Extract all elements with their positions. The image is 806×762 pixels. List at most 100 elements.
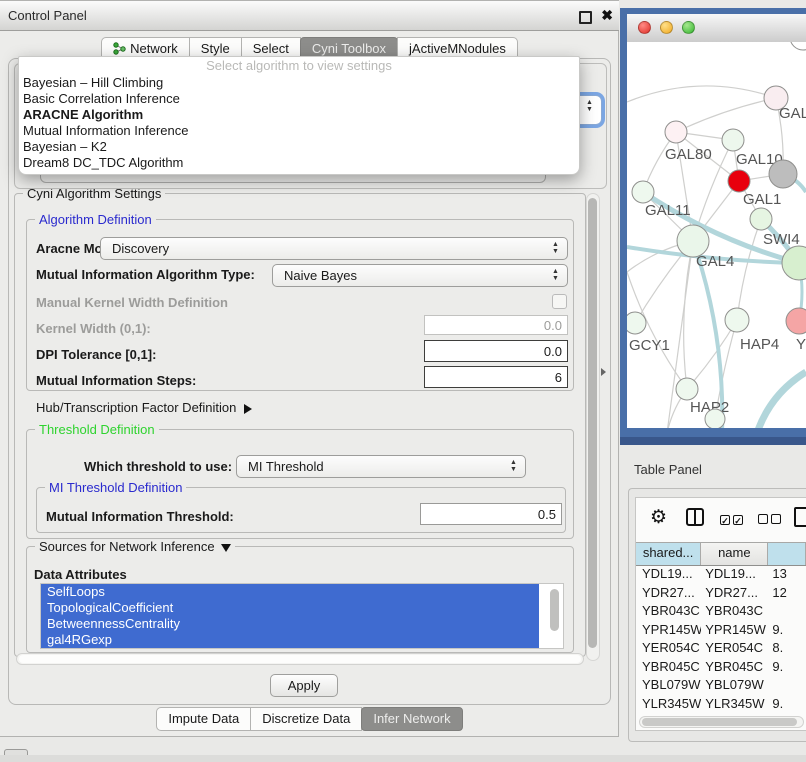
dpi-tolerance-field[interactable]: 0.0	[424, 340, 568, 362]
algorithm-option-basic-correlation-inference[interactable]: Basic Correlation Inference	[19, 91, 579, 107]
mi-type-combobox[interactable]: Naive Bayes ▲▼	[272, 264, 568, 287]
table-row[interactable]: YDL19...YDL19...13	[636, 565, 806, 584]
network-graph: GALGAL80GAL10GAL1GAL11SWI4GAL4GCY1HAP4YH…	[627, 42, 806, 428]
table-rows: YDL19...YDL19...13YDR27...YDR27...12YBR0…	[636, 565, 806, 731]
minimize-traffic-light[interactable]	[660, 21, 673, 34]
network-node-hap4[interactable]	[725, 308, 749, 332]
network-node-gal11[interactable]	[632, 181, 654, 203]
table-row[interactable]: YPR145WYPR145W9.	[636, 621, 806, 640]
network-node-gal10[interactable]	[722, 129, 744, 151]
network-node[interactable]	[705, 409, 725, 428]
attribute-item-selfloops[interactable]: SelfLoops	[41, 584, 539, 600]
table-row[interactable]: YER054CYER054C8.	[636, 639, 806, 658]
mi-threshold-field[interactable]: 0.5	[420, 503, 562, 525]
control-panel-titlebar[interactable]: Control Panel ✖	[0, 1, 619, 31]
columns-icon[interactable]	[686, 508, 704, 526]
table-row[interactable]: YDR27...YDR27...12	[636, 584, 806, 603]
network-view-window[interactable]: GALGAL80GAL10GAL1GAL11SWI4GAL4GCY1HAP4YH…	[620, 8, 806, 445]
network-node-gal1[interactable]	[728, 170, 750, 192]
table-cell: YER054C	[636, 639, 701, 658]
column-header-extra[interactable]	[768, 543, 806, 565]
data-attributes-list[interactable]: SelfLoopsTopologicalCoefficientBetweenne…	[40, 583, 564, 649]
table-hscrollbar-thumb[interactable]	[642, 718, 797, 726]
mi-steps-field[interactable]: 6	[424, 366, 568, 388]
algorithm-option-dream8-dc-tdc-algorithm[interactable]: Dream8 DC_TDC Algorithm	[19, 155, 579, 171]
list-vscrollbar-thumb[interactable]	[550, 589, 559, 631]
kernel-width-field[interactable]: 0.0	[424, 315, 568, 335]
unchecked-columns-icon[interactable]	[758, 512, 784, 527]
tab-discretize-data[interactable]: Discretize Data	[250, 707, 362, 731]
tab-label: Cyni Toolbox	[312, 41, 386, 56]
screen: Control Panel ✖ NetworkStyleSelectCyni T…	[0, 0, 806, 762]
table-cell: YBR045C	[636, 658, 701, 677]
attribute-item-betweennesscentrality[interactable]: BetweennessCentrality	[41, 616, 539, 632]
algorithm-option-mutual-information-inference[interactable]: Mutual Information Inference	[19, 123, 579, 139]
network-node[interactable]	[782, 246, 806, 280]
network-node-y[interactable]	[786, 308, 806, 334]
table-cell: YDR27...	[701, 584, 768, 603]
hub-definition-toggle[interactable]: Hub/Transcription Factor Definition	[36, 400, 252, 415]
network-canvas[interactable]: GALGAL80GAL10GAL1GAL11SWI4GAL4GCY1HAP4YH…	[627, 42, 806, 428]
manual-kernel-checkbox[interactable]	[552, 294, 567, 309]
table-cell: YLR345W	[636, 695, 701, 714]
collapse-down-icon[interactable]	[221, 544, 231, 552]
apply-button[interactable]: Apply	[270, 674, 338, 697]
network-node-swi4[interactable]	[750, 208, 772, 230]
table-row[interactable]: YLR345WYLR345W9.	[636, 695, 806, 714]
column-header-shared[interactable]: shared...	[636, 543, 701, 565]
aracne-mode-value: Discovery	[112, 238, 169, 259]
export-table-icon[interactable]	[794, 507, 806, 527]
network-edge	[684, 241, 693, 389]
float-window-icon[interactable]	[579, 11, 592, 24]
network-node-label: Y	[796, 336, 806, 353]
tab-impute-data[interactable]: Impute Data	[156, 707, 251, 731]
network-node-gcy1[interactable]	[627, 312, 646, 334]
close-traffic-light[interactable]	[638, 21, 651, 34]
expand-right-icon[interactable]	[244, 404, 252, 414]
aracne-mode-combobox[interactable]: Discovery ▲▼	[100, 237, 568, 260]
algorithm-option-bayesian-k2[interactable]: Bayesian – K2	[19, 139, 579, 155]
table-cell: YDR27...	[636, 584, 701, 603]
tab-label: jActiveMNodules	[409, 41, 506, 56]
bottom-strip	[0, 755, 806, 762]
zoom-traffic-light[interactable]	[682, 21, 695, 34]
network-node-label: GAL11	[645, 202, 691, 219]
combo-arrows-icon: ▲▼	[509, 459, 518, 473]
combo-arrows-icon: ▲▼	[551, 241, 560, 255]
algorithm-option-bayesian-hill-climbing[interactable]: Bayesian – Hill Climbing	[19, 75, 579, 91]
mi-steps-value: 6	[555, 370, 562, 385]
close-icon[interactable]: ✖	[601, 7, 613, 24]
sources-title-row[interactable]: Sources for Network Inference	[35, 539, 235, 554]
threshold-definition-title: Threshold Definition	[35, 422, 159, 437]
column-header-name[interactable]: name	[701, 543, 768, 565]
algorithm-option-aracne-algorithm[interactable]: ARACNE Algorithm	[19, 107, 579, 123]
network-window-titlebar[interactable]	[627, 14, 806, 43]
network-edge	[627, 86, 776, 102]
settings-hscrollbar[interactable]	[16, 653, 584, 665]
which-threshold-combobox[interactable]: MI Threshold ▲▼	[236, 455, 526, 478]
table-hscrollbar[interactable]	[639, 716, 804, 728]
gear-icon[interactable]: ⚙	[650, 506, 667, 529]
mi-threshold-definition-title: MI Threshold Definition	[45, 480, 186, 495]
hub-definition-label: Hub/Transcription Factor Definition	[36, 400, 236, 415]
table-row[interactable]: YBR045CYBR045C9.	[636, 658, 806, 677]
settings-vscrollbar-thumb[interactable]	[588, 198, 597, 648]
table-row[interactable]: YBL079WYBL079W	[636, 676, 806, 695]
combo-arrows-icon: ▲▼	[551, 268, 560, 282]
network-node[interactable]	[790, 42, 806, 50]
settings-hscrollbar-thumb[interactable]	[19, 655, 581, 663]
table-row[interactable]: YBR043CYBR043C	[636, 602, 806, 621]
splitpane-arrow-icon[interactable]	[601, 368, 606, 376]
attribute-item-gal4rgexp[interactable]: gal4RGexp	[41, 632, 539, 648]
tab-label: Select	[253, 41, 289, 56]
tab-infer-network[interactable]: Infer Network	[361, 707, 462, 731]
table-cell: YER054C	[701, 639, 768, 658]
network-node-gal80[interactable]	[665, 121, 687, 143]
settings-vscrollbar[interactable]	[586, 193, 600, 661]
network-node-hap2[interactable]	[676, 378, 698, 400]
attribute-item-topologicalcoefficient[interactable]: TopologicalCoefficient	[41, 600, 539, 616]
checked-columns-icon[interactable]: ✓✓	[720, 512, 746, 527]
table-header: shared...name	[636, 542, 806, 566]
network-node[interactable]	[769, 160, 797, 188]
network-window-bottom-border	[620, 437, 806, 445]
